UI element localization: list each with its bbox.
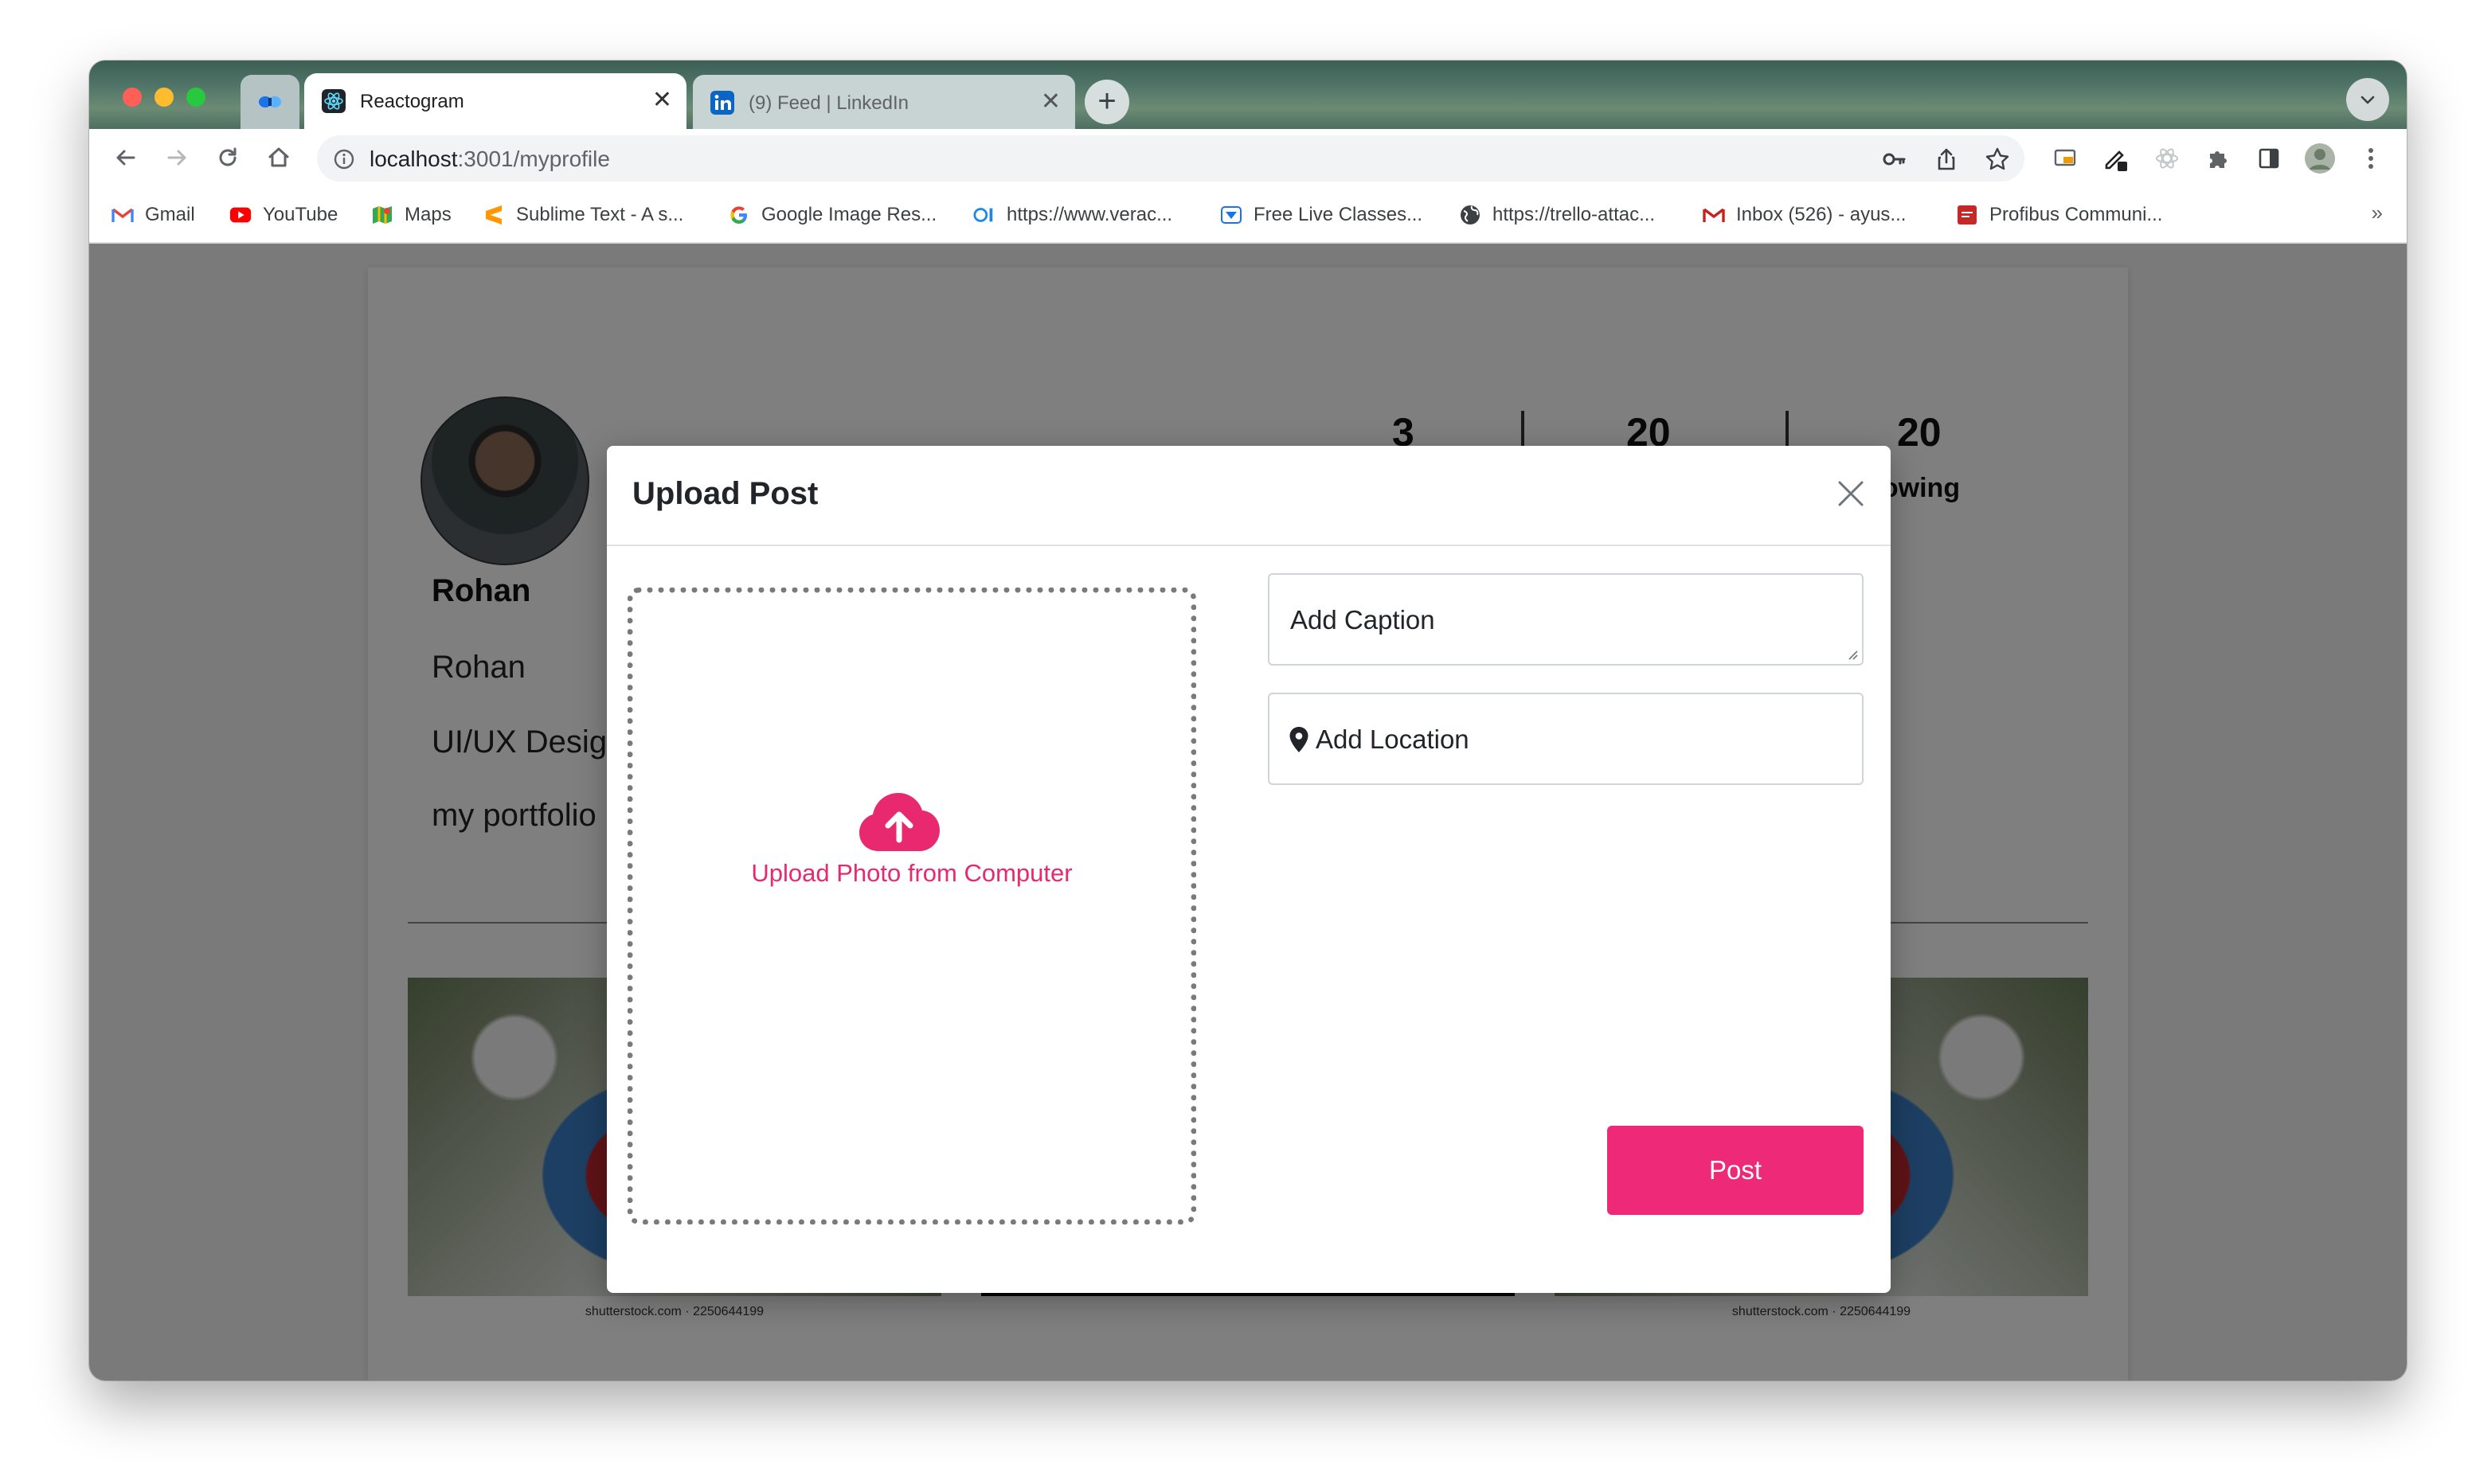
back-button[interactable] — [108, 140, 143, 175]
youtube-icon — [229, 204, 252, 226]
home-icon — [268, 147, 289, 167]
location-placeholder: Add Location — [1316, 724, 1469, 754]
tab-close-icon[interactable]: ✕ — [1041, 88, 1061, 116]
modal-header: Upload Post — [607, 446, 1891, 546]
profile-avatar-icon[interactable] — [2302, 140, 2338, 177]
home-button[interactable] — [261, 140, 296, 175]
veracode-icon — [973, 204, 995, 226]
tab-title: Reactogram — [360, 91, 464, 112]
reload-button[interactable] — [210, 140, 245, 175]
share-icon[interactable] — [1930, 143, 1962, 175]
caption-input[interactable]: Add Caption — [1268, 573, 1864, 666]
tab-close-icon[interactable]: ✕ — [652, 86, 672, 115]
location-input[interactable]: Add Location — [1268, 693, 1864, 785]
page-viewport: 3 20 20 llowing Rohan Rohan UI/UX Desig … — [89, 244, 2407, 1381]
react-icon — [322, 89, 346, 113]
url-host: localhost — [370, 146, 458, 171]
bookmark-label: Maps — [405, 204, 452, 225]
forward-button[interactable] — [159, 140, 194, 175]
color-picker-extension-icon[interactable] — [2098, 140, 2134, 177]
modal-close-button[interactable] — [1833, 476, 1868, 511]
bookmarks-bar: Gmail YouTube Maps Sublime Text - A s...… — [89, 188, 2407, 244]
bookmark-star-icon[interactable] — [1981, 143, 2013, 175]
forward-arrow-icon — [167, 150, 186, 166]
linkedin-icon — [710, 91, 734, 115]
maps-icon — [371, 204, 393, 226]
pinned-tab-icon — [259, 96, 281, 107]
more-menu-icon[interactable] — [2353, 140, 2389, 177]
bookmark-free-classes[interactable]: Free Live Classes... — [1220, 202, 1422, 228]
bookmark-label: Inbox (526) - ayus... — [1736, 204, 1907, 225]
bookmarks-overflow-button[interactable]: » — [2372, 201, 2383, 225]
bookmark-veracode[interactable]: https://www.verac... — [973, 202, 1172, 228]
pinned-tab[interactable] — [241, 75, 299, 129]
browser-toolbar: localhost:3001/myprofile — [89, 129, 2407, 188]
bookmark-label: Sublime Text - A s... — [516, 204, 684, 225]
close-window-button[interactable] — [123, 88, 142, 107]
site-info-icon[interactable] — [328, 143, 360, 175]
bookmark-label: Profibus Communi... — [1989, 204, 2163, 225]
url-path: :3001/myprofile — [457, 146, 610, 171]
password-key-icon[interactable] — [1878, 143, 1910, 175]
tab-search-button[interactable] — [2346, 78, 2389, 121]
bookmark-sublime[interactable]: Sublime Text - A s... — [483, 202, 683, 228]
sublime-icon — [483, 204, 505, 226]
bookmark-profibus[interactable]: Profibus Communi... — [1956, 202, 2162, 228]
post-button[interactable]: Post — [1607, 1126, 1864, 1215]
upload-photo-link[interactable]: Upload Photo from Computer — [633, 859, 1191, 888]
modal-title: Upload Post — [632, 476, 819, 511]
bookmark-label: https://www.verac... — [1007, 204, 1173, 225]
caption-placeholder: Add Caption — [1290, 605, 1435, 635]
upload-dropzone[interactable]: Upload Photo from Computer — [628, 588, 1196, 1224]
bookmark-maps[interactable]: Maps — [371, 202, 452, 228]
bookmark-youtube[interactable]: YouTube — [229, 202, 338, 228]
bookmark-google-image[interactable]: Google Image Res... — [728, 202, 937, 228]
url-text: localhost:3001/myprofile — [370, 146, 610, 172]
resize-handle-icon[interactable] — [1846, 648, 1859, 661]
maximize-window-button[interactable] — [186, 88, 205, 107]
bookmark-label: https://trello-attac... — [1492, 204, 1656, 225]
bookmark-inbox[interactable]: Inbox (526) - ayus... — [1703, 202, 1906, 228]
chevron-down-icon — [2361, 96, 2375, 104]
bookmark-label: Gmail — [145, 204, 195, 225]
upload-post-modal: Upload Post Upload Photo from Computer A… — [607, 446, 1891, 1293]
extensions-puzzle-icon[interactable] — [2200, 140, 2236, 177]
bookmark-label: YouTube — [263, 204, 338, 225]
profibus-icon — [1956, 204, 1978, 226]
bookmark-label: Google Image Res... — [761, 204, 937, 225]
gmail-icon — [1703, 204, 1725, 226]
tab-title: (9) Feed | LinkedIn — [749, 92, 909, 114]
bookmark-trello[interactable]: https://trello-attac... — [1459, 202, 1655, 228]
browser-window: Reactogram ✕ (9) Feed | LinkedIn ✕ + loc… — [89, 61, 2407, 1381]
react-devtools-extension-icon[interactable] — [2149, 140, 2185, 177]
minimize-window-button[interactable] — [154, 88, 174, 107]
new-tab-button[interactable]: + — [1085, 80, 1129, 124]
side-panel-icon[interactable] — [2251, 140, 2287, 177]
globe-icon — [1459, 204, 1481, 226]
classes-icon — [1220, 204, 1242, 226]
close-icon — [1838, 481, 1864, 506]
map-pin-icon — [1289, 727, 1308, 752]
bookmark-label: Free Live Classes... — [1254, 204, 1423, 225]
google-icon — [728, 204, 750, 226]
tab-linkedin[interactable]: (9) Feed | LinkedIn ✕ — [693, 75, 1075, 129]
address-bar[interactable]: localhost:3001/myprofile — [317, 135, 2024, 182]
reload-icon — [219, 147, 237, 166]
tab-strip: Reactogram ✕ (9) Feed | LinkedIn ✕ + — [89, 61, 2407, 129]
cast-extension-icon[interactable] — [2047, 140, 2083, 177]
cloud-upload-icon — [859, 793, 940, 851]
back-arrow-icon — [116, 150, 135, 166]
gmail-icon — [111, 204, 134, 226]
bookmark-gmail[interactable]: Gmail — [111, 202, 195, 228]
tab-reactogram[interactable]: Reactogram ✕ — [304, 73, 686, 129]
